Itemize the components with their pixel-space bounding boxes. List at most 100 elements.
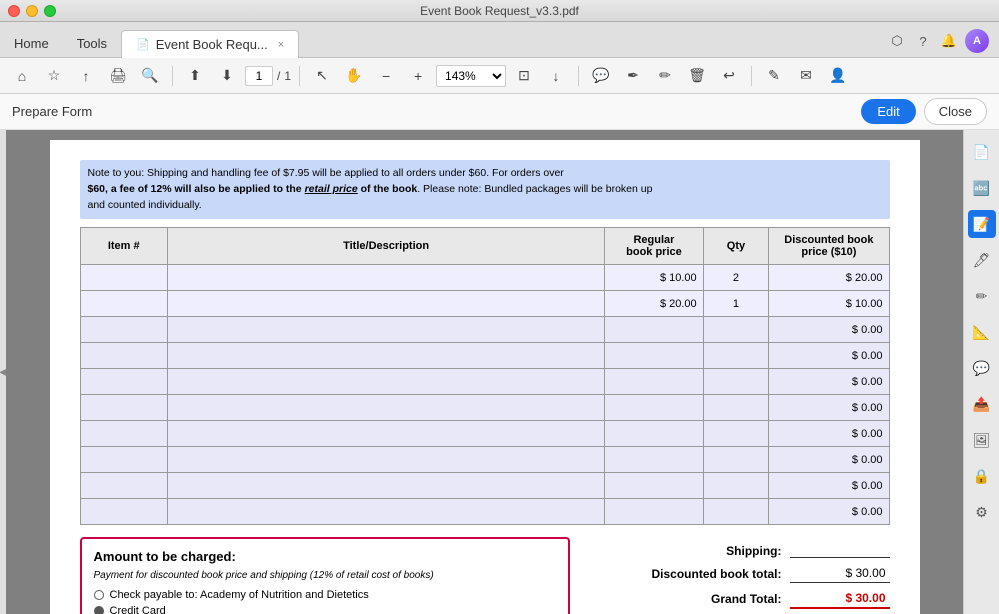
highlight-icon[interactable]: ✏ xyxy=(651,64,679,88)
minimize-button[interactable] xyxy=(26,5,38,17)
sidebar-icon-doc[interactable]: 📄 xyxy=(968,138,996,166)
home-icon[interactable]: ⌂ xyxy=(8,64,36,88)
title-input-2[interactable] xyxy=(174,321,598,338)
radio-credit[interactable] xyxy=(94,606,104,614)
tab-close-icon[interactable]: × xyxy=(278,39,284,51)
qty-input-9[interactable] xyxy=(710,503,763,520)
item-input-1[interactable] xyxy=(87,295,161,312)
help-icon[interactable]: ? xyxy=(913,31,933,51)
title-input-0[interactable] xyxy=(174,269,598,286)
content-area: ◀ Note to you: Shipping and handling fee… xyxy=(0,130,999,614)
page-total: 1 xyxy=(284,69,291,83)
title-input-3[interactable] xyxy=(174,347,598,364)
share-icon[interactable]: ⬡ xyxy=(887,31,907,51)
title-input-7[interactable] xyxy=(174,451,598,468)
prev-page-icon[interactable]: ⬆ xyxy=(181,64,209,88)
sidebar-icon-text[interactable]: 🔤 xyxy=(968,174,996,202)
price-input-5[interactable] xyxy=(611,399,696,416)
traffic-lights xyxy=(8,5,56,17)
qty-input-3[interactable] xyxy=(710,347,763,364)
title-input-1[interactable] xyxy=(174,295,598,312)
title-input-6[interactable] xyxy=(174,425,598,442)
sidebar-icon-share[interactable]: 📤 xyxy=(968,390,996,418)
sidebar-icon-edit[interactable]: ✏ xyxy=(968,282,996,310)
next-page-icon[interactable]: ⬇ xyxy=(213,64,241,88)
print-icon[interactable]: 🖨 xyxy=(104,64,132,88)
price-input-6[interactable] xyxy=(611,425,696,442)
user-avatar[interactable]: A xyxy=(965,29,989,53)
upload-icon[interactable]: ↑ xyxy=(72,64,100,88)
item-input-0[interactable] xyxy=(87,269,161,286)
active-tab-label: Event Book Requ... xyxy=(156,37,268,52)
search-icon[interactable]: 🔍 xyxy=(136,64,164,88)
sidebar-icon-organize[interactable]: 🖼 xyxy=(968,426,996,454)
zoom-out-icon[interactable]: − xyxy=(372,64,400,88)
price-input-1[interactable] xyxy=(611,295,696,312)
bell-icon[interactable]: 🔔 xyxy=(939,31,959,51)
item-input-8[interactable] xyxy=(87,477,161,494)
close-form-button[interactable]: Close xyxy=(924,98,987,125)
sidebar-icon-form[interactable]: 📝 xyxy=(968,210,996,238)
prepare-bar: Prepare Form Edit Close xyxy=(0,94,999,130)
mail-icon[interactable]: ✉ xyxy=(792,64,820,88)
fit-width-icon[interactable]: ⊡ xyxy=(510,64,538,88)
user-icon[interactable]: 👤 xyxy=(824,64,852,88)
sidebar-icon-pen[interactable]: 🖊 xyxy=(968,246,996,274)
maximize-button[interactable] xyxy=(44,5,56,17)
qty-input-8[interactable] xyxy=(710,477,763,494)
qty-input-0[interactable] xyxy=(710,269,763,286)
comment-icon[interactable]: 💬 xyxy=(587,64,615,88)
table-row: $ 10.00 xyxy=(80,291,889,317)
undo-icon[interactable]: ↩ xyxy=(715,64,743,88)
pen-icon[interactable]: ✒ xyxy=(619,64,647,88)
sidebar-icon-protect[interactable]: 🔒 xyxy=(968,462,996,490)
edit-button[interactable]: Edit xyxy=(861,99,915,124)
amount-title: Amount to be charged: xyxy=(94,549,556,564)
qty-input-2[interactable] xyxy=(710,321,763,338)
title-input-5[interactable] xyxy=(174,399,598,416)
page-input[interactable] xyxy=(245,66,273,86)
tab-tools[interactable]: Tools xyxy=(63,30,121,57)
item-input-7[interactable] xyxy=(87,451,161,468)
title-input-4[interactable] xyxy=(174,373,598,390)
title-input-9[interactable] xyxy=(174,503,598,520)
radio-check[interactable] xyxy=(94,590,104,600)
qty-input-1[interactable] xyxy=(710,295,763,312)
price-input-2[interactable] xyxy=(611,321,696,338)
qty-input-4[interactable] xyxy=(710,373,763,390)
price-input-7[interactable] xyxy=(611,451,696,468)
price-input-9[interactable] xyxy=(611,503,696,520)
sidebar-icon-measure[interactable]: 📐 xyxy=(968,318,996,346)
tab-active[interactable]: 📄 Event Book Requ... × xyxy=(121,30,299,58)
item-input-5[interactable] xyxy=(87,399,161,416)
table-row: $ 0.00 xyxy=(80,447,889,473)
qty-input-5[interactable] xyxy=(710,399,763,416)
shipping-input[interactable] xyxy=(790,543,890,558)
item-input-6[interactable] xyxy=(87,425,161,442)
fit-page-icon[interactable]: ↓ xyxy=(542,64,570,88)
edit2-icon[interactable]: ✎ xyxy=(760,64,788,88)
price-input-3[interactable] xyxy=(611,347,696,364)
item-input-2[interactable] xyxy=(87,321,161,338)
bookmark-icon[interactable]: ☆ xyxy=(40,64,68,88)
title-input-8[interactable] xyxy=(174,477,598,494)
price-input-0[interactable] xyxy=(611,269,696,286)
sidebar-icon-settings[interactable]: ⚙ xyxy=(968,498,996,526)
item-input-3[interactable] xyxy=(87,347,161,364)
hand-icon[interactable]: ✋ xyxy=(340,64,368,88)
close-button[interactable] xyxy=(8,5,20,17)
price-input-8[interactable] xyxy=(611,477,696,494)
amount-desc: Payment for discounted book price and sh… xyxy=(94,570,556,581)
sidebar-icon-comment[interactable]: 💬 xyxy=(968,354,996,382)
qty-input-6[interactable] xyxy=(710,425,763,442)
qty-input-7[interactable] xyxy=(710,451,763,468)
cursor-icon[interactable]: ↖ xyxy=(308,64,336,88)
price-input-4[interactable] xyxy=(611,373,696,390)
zoom-select[interactable]: 143% 100% 75% 50% xyxy=(436,65,506,87)
zoom-in-icon[interactable]: + xyxy=(404,64,432,88)
grand-label: Grand Total: xyxy=(622,592,782,606)
item-input-9[interactable] xyxy=(87,503,161,520)
delete-icon[interactable]: 🗑 xyxy=(683,64,711,88)
item-input-4[interactable] xyxy=(87,373,161,390)
tab-home[interactable]: Home xyxy=(0,30,63,57)
